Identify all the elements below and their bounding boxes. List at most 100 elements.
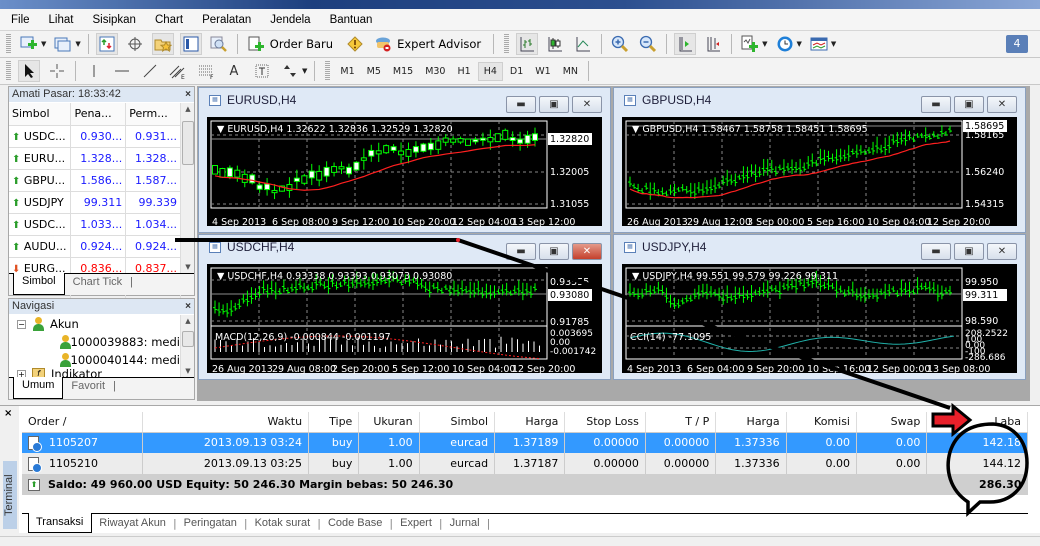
close-icon[interactable]: ×: [185, 87, 191, 102]
scroll-down-icon[interactable]: ▼: [181, 367, 195, 375]
templates-icon[interactable]: [808, 33, 830, 55]
new-order-button[interactable]: Order Baru: [270, 37, 333, 51]
column-header[interactable]: Harga: [494, 412, 566, 433]
chart-plot[interactable]: ▼ GBPUSD,H4 1.58467 1.58758 1.58451 1.58…: [622, 117, 1017, 228]
column-header[interactable]: T / P: [645, 412, 717, 433]
arrows-icon[interactable]: [279, 60, 301, 82]
auto-scroll-icon[interactable]: [674, 33, 697, 55]
expand-icon[interactable]: +: [17, 369, 26, 377]
timeframe-m1[interactable]: M1: [335, 63, 359, 80]
tab-favorites[interactable]: Favorit: [63, 378, 113, 399]
column-header-bid[interactable]: Pena...: [70, 103, 127, 126]
tab-peringatan[interactable]: Peringatan: [177, 514, 244, 533]
column-header-ask[interactable]: Perm...: [125, 103, 181, 126]
fibonacci-icon[interactable]: F: [195, 60, 217, 82]
bar-chart-icon[interactable]: [516, 33, 539, 55]
maximize-icon[interactable]: ▣: [539, 96, 569, 113]
column-header[interactable]: Order /: [22, 412, 144, 433]
text-label-icon[interactable]: [251, 60, 273, 82]
chevron-down-icon[interactable]: ▼: [41, 40, 46, 48]
timeframe-h1[interactable]: H1: [452, 63, 475, 80]
toolbar-grip[interactable]: [504, 34, 510, 54]
minimize-icon[interactable]: ▬: [506, 96, 536, 113]
maximize-icon[interactable]: ▣: [954, 96, 984, 113]
chart-window-usdjpy[interactable]: ▦ USDJPY,H4 ▬ ▣ ✕ CCI(14) -77.1095 208.252…: [613, 234, 1026, 380]
collapse-icon[interactable]: −: [17, 319, 26, 329]
timeframe-m5[interactable]: M5: [362, 63, 386, 80]
timeframe-m15[interactable]: M15: [388, 63, 418, 80]
menu-insert[interactable]: Sisipkan: [81, 14, 143, 26]
tab-riwayat-akun[interactable]: Riwayat Akun: [92, 514, 173, 533]
timeframe-h4[interactable]: H4: [477, 61, 503, 81]
column-header[interactable]: Komisi: [786, 412, 858, 433]
expert-advisor-icon[interactable]: [372, 33, 394, 55]
close-icon[interactable]: ×: [185, 299, 191, 314]
column-header[interactable]: Stop Loss: [564, 412, 646, 433]
equidistant-channel-icon[interactable]: E: [167, 60, 189, 82]
minimize-icon[interactable]: ▬: [921, 243, 951, 260]
column-header[interactable]: Laba: [926, 412, 1028, 433]
market-watch-row[interactable]: ⬆ GBPU... 1.586... 1.587...: [9, 169, 181, 192]
navigator-icon[interactable]: [151, 33, 174, 55]
tree-item-accounts[interactable]: − Akun: [9, 315, 180, 333]
profiles-icon[interactable]: [52, 33, 74, 55]
column-header[interactable]: Waktu: [142, 412, 310, 433]
menu-window[interactable]: Jendela: [259, 14, 318, 26]
market-watch-row[interactable]: ⬆ USDJPY 99.311 99.339: [9, 191, 181, 214]
column-header[interactable]: Swap: [856, 412, 928, 433]
scrollbar-thumb[interactable]: [182, 331, 194, 347]
navigator-scrollbar[interactable]: ▲ ▼: [180, 315, 194, 377]
column-header-symbol[interactable]: Simbol: [9, 103, 72, 126]
menu-view[interactable]: Lihat: [38, 14, 82, 26]
chevron-down-icon[interactable]: ▼: [75, 40, 80, 48]
chevron-down-icon[interactable]: ▼: [831, 40, 836, 48]
chart-plot[interactable]: CCI(14) -77.1095 208.2522 100 0.00 -100 -286.…: [622, 264, 1017, 375]
scroll-up-icon[interactable]: ▲: [181, 105, 195, 113]
periods-clock-icon[interactable]: [774, 33, 796, 55]
toolbar-grip[interactable]: [6, 34, 11, 54]
terminal-icon[interactable]: [179, 33, 202, 55]
market-watch-row[interactable]: ⬆ USDC... 0.930... 0.931...: [9, 125, 181, 148]
tab-common[interactable]: Umum: [13, 377, 64, 399]
market-watch-row[interactable]: ⬆ USDC... 1.033... 1.034...: [9, 213, 181, 236]
scroll-down-icon[interactable]: ▼: [181, 263, 195, 271]
vertical-line-icon[interactable]: [83, 60, 105, 82]
close-icon[interactable]: ✕: [987, 243, 1017, 260]
chart-plot[interactable]: MACD(12,26,9) -0.000844 -0.001197 0.00369…: [207, 264, 602, 375]
close-icon[interactable]: ✕: [572, 96, 602, 113]
column-header[interactable]: Harga: [715, 412, 787, 433]
expert-advisor-button[interactable]: Expert Advisor: [397, 37, 481, 51]
close-icon[interactable]: ✕: [572, 243, 602, 260]
tab-jurnal[interactable]: Jurnal: [443, 514, 487, 533]
chevron-down-icon[interactable]: ▼: [762, 40, 767, 48]
column-header[interactable]: Tipe: [308, 412, 360, 433]
candlestick-chart-icon[interactable]: [544, 33, 566, 55]
tab-symbols[interactable]: Simbol: [13, 273, 65, 295]
close-icon[interactable]: ✕: [987, 96, 1017, 113]
warning-icon[interactable]: [344, 33, 366, 55]
timeframe-m30[interactable]: M30: [420, 63, 450, 80]
chart-window-usdchf[interactable]: ▦ USDCHF,H4 ▬ ▣ ✕ MACD(12,26,9) -0.000844…: [198, 234, 611, 380]
tree-item-account[interactable]: 1000039883: medi: [9, 333, 180, 351]
menu-file[interactable]: File: [0, 14, 38, 26]
zoom-in-icon[interactable]: [609, 33, 631, 55]
timeframe-d1[interactable]: D1: [505, 63, 528, 80]
maximize-icon[interactable]: ▣: [539, 243, 569, 260]
maximize-icon[interactable]: ▣: [954, 243, 984, 260]
chart-plot[interactable]: ▼ EURUSD,H4 1.32622 1.32836 1.32529 1.32…: [207, 117, 602, 228]
tab-transaksi[interactable]: Transaksi: [28, 513, 93, 533]
market-watch-row[interactable]: ⬆ EURU... 1.328... 1.328...: [9, 147, 181, 170]
timeframe-w1[interactable]: W1: [530, 63, 555, 80]
text-tool-icon[interactable]: A: [223, 60, 245, 82]
tab-code-base[interactable]: Code Base: [321, 514, 389, 533]
new-order-icon[interactable]: [245, 33, 267, 55]
chevron-down-icon[interactable]: ▼: [302, 67, 307, 75]
toolbar-grip[interactable]: [6, 61, 11, 81]
crosshair-icon[interactable]: [46, 60, 68, 82]
toolbar-grip[interactable]: [325, 61, 331, 81]
tab-kotak-surat[interactable]: Kotak surat: [248, 514, 318, 533]
scrollbar-thumb[interactable]: [182, 121, 194, 165]
column-header[interactable]: Ukuran: [358, 412, 420, 433]
horizontal-line-icon[interactable]: [111, 60, 133, 82]
minimize-icon[interactable]: ▬: [506, 243, 536, 260]
